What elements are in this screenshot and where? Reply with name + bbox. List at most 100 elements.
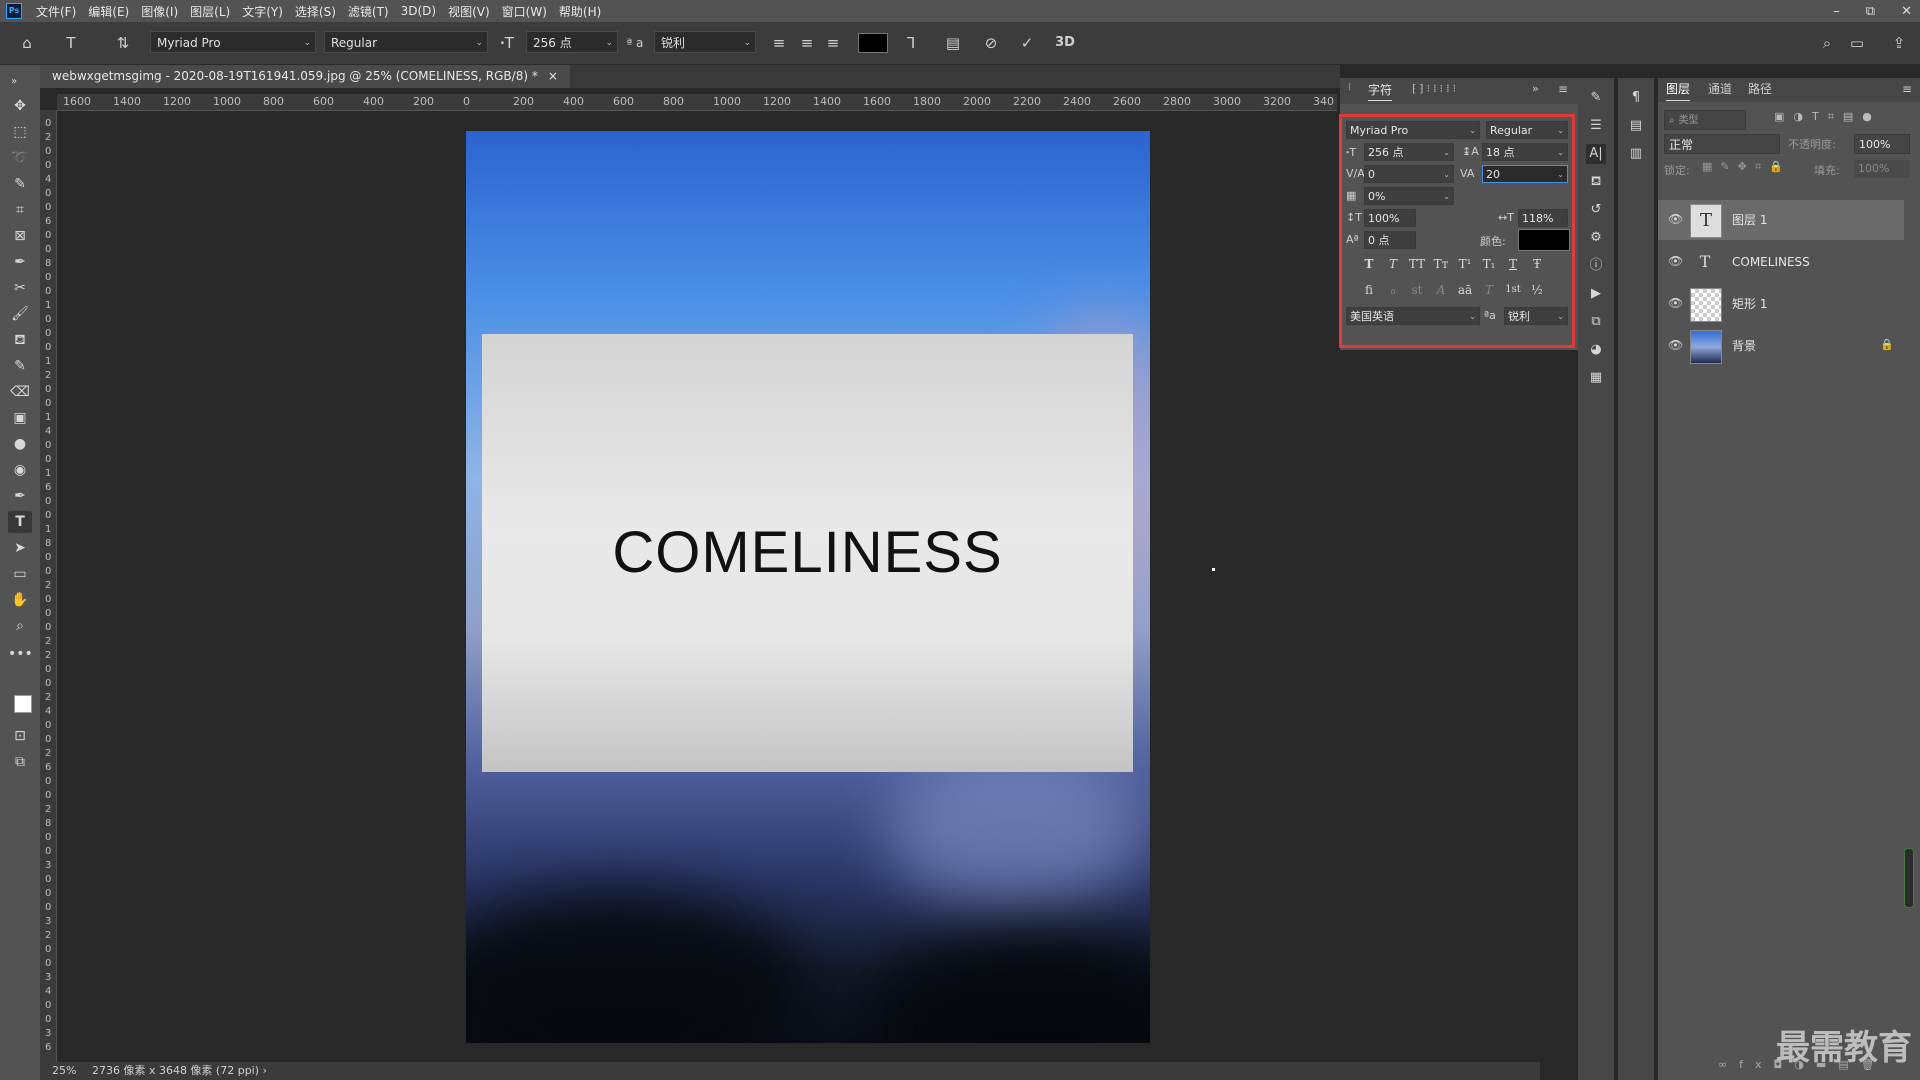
document-canvas[interactable]: COMELINESS xyxy=(466,131,1150,1043)
panel-menu-icon[interactable]: ≡ xyxy=(1558,82,1568,96)
discretionary-ligature-button[interactable]: st xyxy=(1408,281,1426,299)
swatches-icon[interactable]: ▦ xyxy=(1586,368,1606,388)
char-leading-field[interactable]: 18 点 ⌄ xyxy=(1482,143,1568,161)
menu-3d[interactable]: 3D(D) xyxy=(395,4,442,18)
paragraph-icon[interactable]: ¶ xyxy=(1626,88,1646,108)
crop-tool-icon[interactable]: ⌗ xyxy=(8,199,32,221)
gradient-tool-icon[interactable]: ▣ xyxy=(8,407,32,429)
zoom-level[interactable]: 25% xyxy=(40,1064,76,1077)
status-menu-arrow[interactable]: › xyxy=(263,1064,267,1077)
move-tool-icon[interactable]: ✥ xyxy=(8,95,32,117)
all-caps-button[interactable]: TT xyxy=(1408,255,1426,273)
healing-brush-tool-icon[interactable]: ✂ xyxy=(8,277,32,299)
ordinals-button[interactable]: 1st xyxy=(1504,281,1522,299)
frame-tool-icon[interactable]: ⊠ xyxy=(8,225,32,247)
align-right-icon[interactable]: ≡ xyxy=(822,32,844,54)
cancel-edit-icon[interactable]: ⊘ xyxy=(980,32,1002,54)
dodge-tool-icon[interactable]: ◉ xyxy=(8,459,32,481)
tab-channels[interactable]: 通道 xyxy=(1708,78,1732,100)
character-styles-icon[interactable]: ▥ xyxy=(1626,144,1646,164)
menu-edit[interactable]: 编辑(E) xyxy=(82,3,135,20)
panel-grip-icon[interactable]: ⁞ xyxy=(1348,82,1351,93)
panel-collapse-icon[interactable]: » xyxy=(1532,82,1539,95)
stylistic-alternates-button[interactable]: aā xyxy=(1456,281,1474,299)
lock-icons[interactable]: ▦✎✥⌗🔒 xyxy=(1702,160,1791,174)
layer-row[interactable]: 👁 T COMELINESS xyxy=(1658,242,1904,282)
pen-tool-icon[interactable]: ✒ xyxy=(8,485,32,507)
more-tools-icon[interactable]: ••• xyxy=(8,643,33,665)
screen-mode-icon[interactable]: ⧉ xyxy=(8,751,32,773)
rectangle-tool-icon[interactable]: ▭ xyxy=(8,563,32,585)
menu-file[interactable]: 文件(F) xyxy=(30,3,82,20)
fill-field[interactable]: 100% xyxy=(1854,160,1910,178)
underline-button[interactable]: T xyxy=(1504,255,1522,273)
comeliness-text-layer[interactable]: COMELINESS xyxy=(482,334,1133,772)
lasso-tool-icon[interactable]: ➰ xyxy=(8,147,32,169)
toggle-text-orientation-icon[interactable]: ⇅ xyxy=(112,32,134,54)
close-tab-icon[interactable]: × xyxy=(548,65,558,88)
collapse-icon[interactable]: » xyxy=(2,71,26,93)
fractions-button[interactable]: ½ xyxy=(1528,281,1546,299)
brush-settings-icon[interactable]: ✎ xyxy=(1586,88,1606,108)
char-tsume-field[interactable]: 0% ⌄ xyxy=(1364,187,1454,205)
visibility-eye-icon[interactable]: 👁 xyxy=(1668,212,1683,226)
layers-menu-icon[interactable]: ≡ xyxy=(1902,78,1912,100)
info-icon[interactable]: ⓘ xyxy=(1586,256,1606,276)
search-icon[interactable]: ⌕ xyxy=(1816,32,1838,54)
char-color-swatch[interactable] xyxy=(1518,229,1570,251)
antialias-select[interactable]: 锐利 ⌄ xyxy=(654,31,756,53)
panel-tab-icons[interactable]: ⁅⁆⁝⁞⁝⁞⁝ xyxy=(1412,82,1459,95)
color-icon[interactable]: ◕ xyxy=(1586,340,1606,360)
history-brush-tool-icon[interactable]: ✎ xyxy=(8,355,32,377)
language-select[interactable]: 美国英语 ⌄ xyxy=(1346,307,1480,325)
quick-select-tool-icon[interactable]: ✎ xyxy=(8,173,32,195)
font-family-select[interactable]: Myriad Pro ⌄ xyxy=(150,31,316,53)
workspace-icon[interactable]: ▭ xyxy=(1846,32,1868,54)
blur-tool-icon[interactable]: ● xyxy=(8,433,32,455)
faux-italic-button[interactable]: T xyxy=(1384,255,1402,273)
tab-layers[interactable]: 图层 xyxy=(1666,78,1691,101)
titling-alternates-button[interactable]: T xyxy=(1480,281,1498,299)
hand-tool-icon[interactable]: ✋ xyxy=(8,589,32,611)
contextual-alternates-button[interactable]: ℴ xyxy=(1384,281,1402,299)
clone-stamp-tool-icon[interactable]: ⛾ xyxy=(8,329,32,351)
path-selection-tool-icon[interactable]: ➤ xyxy=(8,537,32,559)
commit-edit-icon[interactable]: ✓ xyxy=(1016,32,1038,54)
subscript-button[interactable]: T₁ xyxy=(1480,255,1498,273)
menu-view[interactable]: 视图(V) xyxy=(442,3,496,20)
text-color-swatch[interactable] xyxy=(858,33,888,53)
eraser-tool-icon[interactable]: ⌫ xyxy=(8,381,32,403)
menu-select[interactable]: 选择(S) xyxy=(289,3,342,20)
char-font-family-select[interactable]: Myriad Pro ⌄ xyxy=(1346,121,1480,139)
strikethrough-button[interactable]: Ŧ xyxy=(1528,255,1546,273)
properties-icon[interactable]: ⚙ xyxy=(1586,228,1606,248)
brush-tool-icon[interactable]: 🖌 xyxy=(8,303,32,325)
char-font-size-field[interactable]: 256 点 ⌄ xyxy=(1364,143,1454,161)
libraries-icon[interactable]: ⧉ xyxy=(1586,312,1606,332)
ligature-button[interactable]: ﬁ xyxy=(1360,281,1378,299)
type-tool-preset-icon[interactable]: T xyxy=(60,32,82,54)
blend-mode-select[interactable]: 正常 xyxy=(1664,134,1780,154)
warp-text-icon[interactable]: Ꞁ xyxy=(900,32,922,54)
clone-source-icon[interactable]: ⛾ xyxy=(1586,172,1606,192)
char-tracking-field[interactable]: 20 ⌄ xyxy=(1482,165,1568,183)
character-panel-toggle-icon[interactable]: ▤ xyxy=(942,32,964,54)
type-tool-icon[interactable]: T xyxy=(8,511,32,533)
layer-row[interactable]: 👁 T 图层 1 xyxy=(1658,200,1904,240)
char-font-style-select[interactable]: Regular ⌄ xyxy=(1486,121,1568,139)
adjustments-icon[interactable]: ☰ xyxy=(1586,116,1606,136)
small-caps-button[interactable]: Tт xyxy=(1432,255,1450,273)
tab-paths[interactable]: 路径 xyxy=(1748,78,1772,100)
paragraph-styles-icon[interactable]: ▤ xyxy=(1626,116,1646,136)
menu-layer[interactable]: 图层(L) xyxy=(184,3,236,20)
zoom-tool-icon[interactable]: ⌕ xyxy=(8,615,32,637)
menu-image[interactable]: 图像(I) xyxy=(135,3,184,20)
menu-window[interactable]: 窗口(W) xyxy=(496,3,553,20)
tab-character[interactable]: 字符 xyxy=(1368,80,1393,101)
menu-help[interactable]: 帮助(H) xyxy=(553,3,607,20)
menu-type[interactable]: 文字(Y) xyxy=(236,3,289,20)
marquee-tool-icon[interactable]: ⬚ xyxy=(8,121,32,143)
superscript-button[interactable]: T¹ xyxy=(1456,255,1474,273)
layer-filter-select[interactable]: ⌕ 类型 xyxy=(1664,110,1746,130)
align-left-icon[interactable]: ≡ xyxy=(768,32,790,54)
